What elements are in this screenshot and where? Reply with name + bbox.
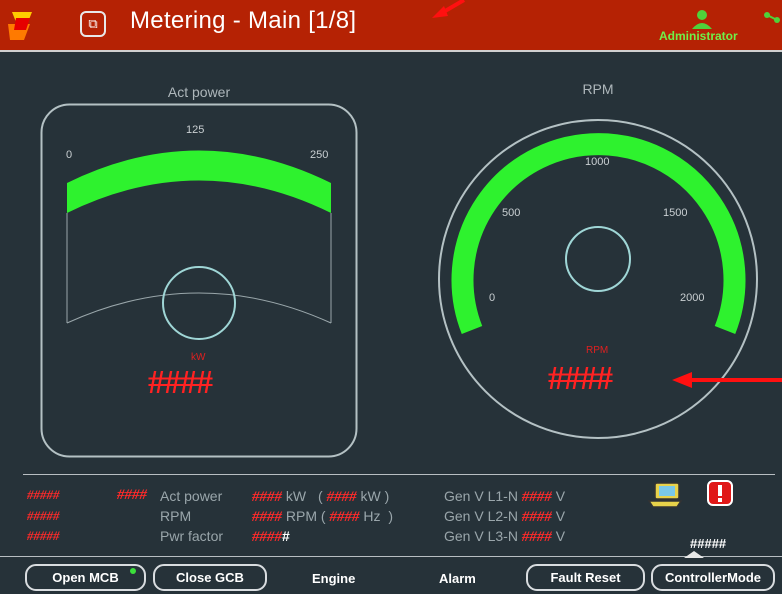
user-icon — [692, 10, 712, 29]
metering-screen: ⧉ Metering - Main [1/8] Administrator Ac… — [0, 0, 782, 594]
rpm-tick-500: 500 — [502, 207, 521, 219]
power-tick-0: 0 — [66, 149, 73, 161]
rpm-gauge — [438, 119, 758, 439]
paren-open: ( — [320, 508, 326, 524]
gen-l3-value: #### — [521, 529, 552, 545]
power-value-small: #### — [252, 489, 282, 505]
power-row: #### kW ( #### kW ) — [252, 488, 389, 506]
rpm-value: #### — [548, 360, 613, 397]
rpm-value-small: #### — [252, 509, 282, 525]
network-icon — [764, 12, 780, 23]
data-divider — [23, 474, 775, 475]
mode-indicator-icon — [684, 551, 704, 558]
user-label[interactable]: Administrator — [659, 29, 738, 43]
freq-unit: Hz — [363, 508, 381, 524]
col1-value: ##### — [27, 528, 60, 543]
rpm-tick-1500: 1500 — [663, 207, 688, 219]
computer-icon[interactable] — [647, 481, 685, 509]
gen-l2-unit: V — [555, 508, 566, 524]
rpm-tick-1000: 1000 — [585, 156, 610, 168]
button-bar-divider — [0, 556, 782, 557]
rpm-unit: RPM — [586, 345, 609, 356]
fault-reset-button[interactable]: Fault Reset — [526, 564, 645, 591]
label-pwr-factor: Pwr factor — [160, 528, 224, 544]
rpm-gauge-title: RPM — [582, 81, 614, 97]
pf-suffix: # — [282, 528, 290, 544]
gen-l3-unit: V — [555, 528, 566, 544]
rpm-tick-2000: 2000 — [680, 292, 705, 304]
label-rpm: RPM — [160, 508, 192, 524]
mcb-status-led — [130, 568, 136, 574]
paren-open: ( — [318, 488, 323, 504]
paren-close: ) — [384, 488, 390, 504]
rpm-row: #### RPM ( #### Hz ) — [252, 508, 393, 526]
pf-value: #### — [252, 529, 282, 545]
power-value: #### — [148, 364, 213, 401]
annotation-arrow-icon — [432, 0, 466, 18]
engine-button[interactable]: Engine — [312, 571, 355, 586]
col1-value: ##### — [27, 508, 60, 523]
freq-value: #### — [329, 509, 360, 525]
gen-l1-unit: V — [555, 488, 566, 504]
alarm-button[interactable]: Alarm — [439, 571, 476, 586]
controller-mode-button[interactable]: ControllerMode — [651, 564, 775, 591]
power-unit: kW — [191, 352, 206, 363]
power-unit-alt: kW — [360, 488, 381, 504]
rpm-tick-0: 0 — [489, 292, 496, 304]
gen-l3-label: Gen V L3-N — [444, 528, 518, 544]
power-tick-125: 125 — [186, 124, 205, 136]
screen-switch-button[interactable]: ⧉ — [80, 11, 106, 37]
pf-row: ##### — [252, 528, 290, 546]
power-tick-250: 250 — [310, 149, 329, 161]
col1-value: ##### — [27, 487, 60, 502]
gen-l3-row: Gen V L3-N #### V — [444, 528, 565, 546]
alarm-icon[interactable] — [706, 479, 734, 507]
rpm-unit-small: RPM — [285, 508, 318, 524]
gen-l2-value: #### — [521, 509, 552, 525]
power-unit-small: kW — [285, 488, 307, 504]
open-mcb-button[interactable]: Open MCB — [25, 564, 146, 591]
gen-l1-row: Gen V L1-N #### V — [444, 488, 565, 506]
logo-icon — [8, 12, 32, 40]
close-gcb-button[interactable]: Close GCB — [153, 564, 267, 591]
annotation-arrow-icon — [672, 372, 782, 388]
paren-close: ) — [388, 508, 394, 524]
page-title: Metering - Main [1/8] — [130, 7, 357, 34]
power-gauge-title: Act power — [167, 84, 231, 100]
header-divider — [0, 50, 782, 52]
gen-l2-label: Gen V L2-N — [444, 508, 518, 524]
header-bar: ⧉ Metering - Main [1/8] Administrator — [0, 0, 782, 50]
power-value-alt: #### — [326, 489, 357, 505]
gen-l1-value: #### — [521, 489, 552, 505]
controller-mode-value: ##### — [690, 536, 727, 551]
col2-value: #### — [117, 487, 147, 503]
gen-l1-label: Gen V L1-N — [444, 488, 518, 504]
gen-l2-row: Gen V L2-N #### V — [444, 508, 565, 526]
label-act-power: Act power — [160, 488, 223, 504]
